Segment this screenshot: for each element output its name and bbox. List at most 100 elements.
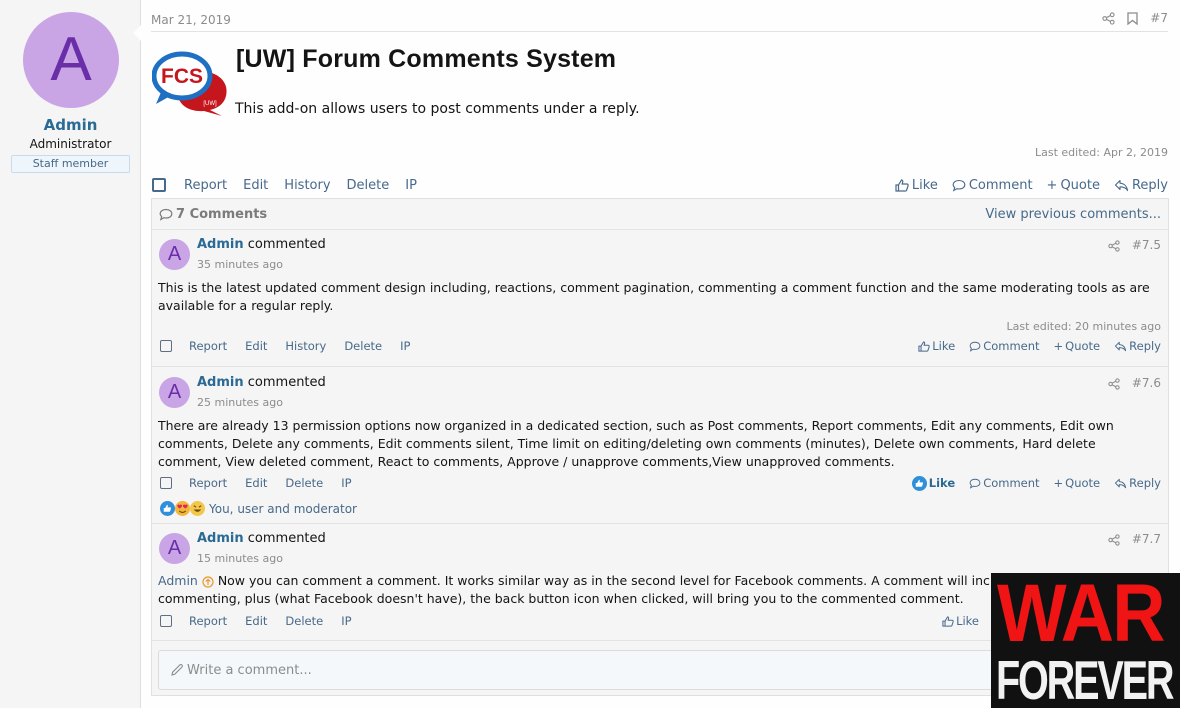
quote-button[interactable]: + Quote bbox=[1054, 476, 1101, 490]
comment-header: Admin commented bbox=[197, 531, 326, 546]
haha-reaction-icon bbox=[190, 501, 205, 516]
comment-button[interactable]: Comment bbox=[952, 178, 1033, 193]
logo-subtext: [UW] bbox=[203, 101, 217, 107]
comment-avatar[interactable]: A bbox=[159, 239, 190, 270]
quote-button[interactable]: + Quote bbox=[1047, 178, 1100, 193]
mention-link[interactable]: Admin bbox=[158, 573, 198, 588]
comment-header: Admin commented bbox=[197, 237, 326, 252]
reply-button[interactable]: Reply bbox=[1114, 339, 1161, 353]
back-to-comment-icon[interactable] bbox=[202, 575, 214, 588]
comment-action-bar: Report Edit History Delete IP Like Comme… bbox=[160, 338, 1161, 354]
comments-header: 7 Comments View previous comments... bbox=[152, 199, 1168, 230]
comment-number[interactable]: #7.7 bbox=[1132, 532, 1161, 546]
report-link[interactable]: Report bbox=[189, 476, 227, 490]
thumbs-up-icon bbox=[918, 340, 930, 352]
comment-time[interactable]: 25 minutes ago bbox=[197, 396, 283, 409]
reply-button[interactable]: Reply bbox=[1114, 178, 1168, 193]
edit-link[interactable]: Edit bbox=[245, 339, 267, 353]
reply-button[interactable]: Reply bbox=[1114, 476, 1161, 490]
post-number[interactable]: #7 bbox=[1150, 11, 1168, 25]
comment-select-checkbox[interactable] bbox=[160, 477, 172, 489]
post-select-checkbox[interactable] bbox=[152, 178, 166, 192]
staff-badge: Staff member bbox=[11, 155, 130, 173]
pencil-icon bbox=[171, 664, 183, 676]
comment-button[interactable]: Comment bbox=[969, 339, 1040, 353]
post-date[interactable]: Mar 21, 2019 bbox=[151, 13, 231, 27]
edit-link[interactable]: Edit bbox=[245, 476, 267, 490]
edit-link[interactable]: Edit bbox=[243, 178, 268, 193]
comment-author[interactable]: Admin bbox=[197, 237, 244, 252]
comment-number[interactable]: #7.5 bbox=[1132, 238, 1161, 252]
comment-item: A Admin commented 25 minutes ago #7.6 Th… bbox=[152, 367, 1168, 524]
reactions-summary[interactable]: You, user and moderator bbox=[160, 501, 357, 516]
like-label: Like bbox=[932, 339, 956, 353]
comment-number[interactable]: #7.6 bbox=[1132, 376, 1161, 390]
author-title: Administrator bbox=[29, 137, 112, 151]
comment-text: This is the latest updated comment desig… bbox=[158, 280, 1150, 313]
reply-arrow-icon bbox=[1114, 179, 1129, 191]
delete-link[interactable]: Delete bbox=[344, 339, 382, 353]
history-link[interactable]: History bbox=[285, 339, 326, 353]
share-icon[interactable] bbox=[1108, 376, 1120, 390]
quote-label: Quote bbox=[1065, 339, 1101, 353]
report-link[interactable]: Report bbox=[189, 614, 227, 628]
author-avatar[interactable]: A bbox=[23, 12, 119, 108]
like-reaction-icon bbox=[160, 501, 175, 516]
comment-button[interactable]: Comment bbox=[969, 476, 1040, 490]
comment-select-checkbox[interactable] bbox=[160, 340, 172, 352]
love-reaction-icon bbox=[175, 501, 190, 516]
comment-tools: #7.7 bbox=[1108, 532, 1161, 546]
share-icon[interactable] bbox=[1102, 11, 1115, 25]
history-link[interactable]: History bbox=[284, 178, 330, 193]
ip-link[interactable]: IP bbox=[405, 178, 417, 193]
like-button[interactable]: Like bbox=[942, 614, 979, 628]
ip-link[interactable]: IP bbox=[400, 339, 410, 353]
comment-author[interactable]: Admin bbox=[197, 531, 244, 546]
overlay-text-forever: FOREVER bbox=[996, 649, 1174, 708]
comment-label: Comment bbox=[983, 476, 1040, 490]
header-divider bbox=[151, 31, 1168, 32]
comment-avatar[interactable]: A bbox=[159, 377, 190, 408]
delete-link[interactable]: Delete bbox=[347, 178, 390, 193]
thumbs-up-icon bbox=[942, 615, 954, 627]
like-button[interactable]: Like bbox=[918, 339, 955, 353]
comment-select-checkbox[interactable] bbox=[160, 615, 172, 627]
share-icon[interactable] bbox=[1108, 238, 1120, 252]
thumbs-up-icon bbox=[895, 178, 909, 192]
like-button[interactable]: Like bbox=[895, 178, 938, 193]
view-previous-comments-link[interactable]: View previous comments... bbox=[985, 207, 1161, 222]
comment-verb: commented bbox=[247, 237, 326, 252]
comment-bubble-icon bbox=[952, 179, 966, 192]
ip-link[interactable]: IP bbox=[341, 614, 351, 628]
comment-verb: commented bbox=[247, 531, 326, 546]
comment-action-bar: Report Edit Delete IP Like Comment + Quo… bbox=[160, 475, 1161, 491]
comment-time[interactable]: 15 minutes ago bbox=[197, 552, 283, 565]
comment-avatar[interactable]: A bbox=[159, 533, 190, 564]
like-label: Like bbox=[911, 177, 938, 193]
edit-link[interactable]: Edit bbox=[245, 614, 267, 628]
comment-label: Comment bbox=[968, 177, 1033, 193]
report-link[interactable]: Report bbox=[189, 339, 227, 353]
logo-text: FCS bbox=[161, 65, 203, 88]
quote-label: Quote bbox=[1060, 177, 1100, 193]
bookmark-icon[interactable] bbox=[1127, 11, 1138, 25]
comment-bubble-icon bbox=[159, 208, 173, 221]
delete-link[interactable]: Delete bbox=[285, 614, 323, 628]
share-icon[interactable] bbox=[1108, 532, 1120, 546]
like-button-active[interactable]: Like bbox=[911, 475, 955, 491]
report-link[interactable]: Report bbox=[184, 178, 227, 193]
write-comment-placeholder: Write a comment... bbox=[187, 662, 312, 678]
comment-tools: #7.5 bbox=[1108, 238, 1161, 252]
ip-link[interactable]: IP bbox=[341, 476, 351, 490]
reply-arrow-icon bbox=[1115, 478, 1127, 488]
comment-time[interactable]: 35 minutes ago bbox=[197, 258, 283, 271]
author-name[interactable]: Admin bbox=[0, 116, 141, 134]
reaction-emojis bbox=[160, 501, 205, 516]
war-forever-overlay-image: WAR FOREVER bbox=[991, 573, 1180, 708]
comment-author[interactable]: Admin bbox=[197, 375, 244, 390]
delete-link[interactable]: Delete bbox=[285, 476, 323, 490]
comment-header: Admin commented bbox=[197, 375, 326, 390]
plus-icon: + bbox=[1053, 339, 1064, 353]
comment-bubble-icon bbox=[969, 478, 981, 489]
quote-button[interactable]: + Quote bbox=[1054, 339, 1101, 353]
